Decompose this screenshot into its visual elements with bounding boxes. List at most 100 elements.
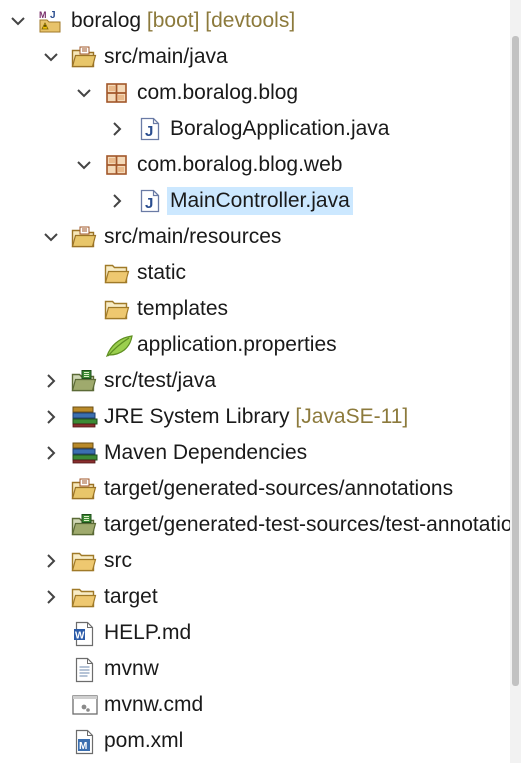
tree-item-name: com.boralog.blog.web [137, 153, 343, 176]
tree-item-name: MainController.java [170, 189, 350, 212]
maven-pom-icon: M [71, 729, 97, 755]
tree-item-target-gen-annotations[interactable]: target/generated-sources/annotations [0, 471, 510, 507]
tree-item-label: MainController.java [167, 187, 353, 215]
tree-item-label: target/generated-test-sources/test-annot… [101, 511, 521, 539]
tree-item-label: mvnw [101, 655, 162, 683]
package-icon [104, 153, 130, 177]
svg-text:W: W [75, 631, 85, 642]
chevron-right-icon[interactable] [41, 551, 61, 571]
tree-item-label: com.boralog.blog.web [134, 151, 345, 179]
tree-item-name: target/generated-test-sources/test-annot… [104, 513, 521, 536]
tree-item-label: JRE System Library [JavaSE-11] [101, 403, 411, 431]
folder-icon [104, 261, 130, 285]
tree-item-name: boralog [71, 9, 142, 32]
tree-item-decoration: [JavaSE-11] [289, 405, 409, 428]
tree-item-label: src/test/java [101, 367, 219, 395]
tree-view[interactable]: M J boralog [boot] [devtools] src/main/j… [0, 3, 521, 759]
chevron-down-icon[interactable] [74, 83, 94, 103]
tree-item-label: pom.xml [101, 727, 186, 755]
scrollbar-thumb[interactable] [512, 36, 519, 686]
tree-item-label: boralog [boot] [devtools] [68, 7, 298, 35]
tree-item-label: HELP.md [101, 619, 194, 647]
tree-item-name: Maven Dependencies [104, 441, 308, 464]
tree-item-label: src/main/java [101, 43, 231, 71]
tree-item-label: src/main/resources [101, 223, 284, 251]
tree-item-name: mvnw [104, 657, 159, 680]
svg-text:M: M [39, 10, 47, 20]
folder-icon [104, 297, 130, 321]
test-source-folder-icon [71, 513, 97, 537]
test-source-folder-icon [71, 369, 97, 393]
tree-item-name: HELP.md [104, 621, 192, 644]
maven-java-project-icon: M J [38, 9, 64, 33]
tree-item-name: src/main/java [104, 45, 228, 68]
tree-item-label: BoralogApplication.java [167, 115, 392, 143]
tree-item-name: JRE System Library [104, 405, 290, 428]
java-file-icon: J [137, 117, 163, 141]
folder-icon [71, 585, 97, 609]
svg-text:J: J [50, 10, 56, 21]
chevron-down-icon[interactable] [74, 155, 94, 175]
tree-item-name: pom.xml [104, 729, 184, 752]
tree-item-label: com.boralog.blog [134, 79, 301, 107]
project-explorer-tree: M J boralog [boot] [devtools] src/main/j… [0, 0, 521, 763]
tree-item-static[interactable]: static [0, 255, 510, 291]
tree-item-name: src [104, 549, 132, 572]
chevron-right-icon[interactable] [41, 587, 61, 607]
tree-item-name: application.properties [137, 333, 337, 356]
tree-item-boralog-application[interactable]: J BoralogApplication.java [0, 111, 510, 147]
chevron-right-icon[interactable] [41, 443, 61, 463]
java-file-icon: J [137, 189, 163, 213]
tree-item-label: application.properties [134, 331, 340, 359]
tree-item-name: static [137, 261, 187, 284]
tree-item-name: BoralogApplication.java [170, 117, 390, 140]
text-file-icon [71, 657, 97, 683]
svg-text:J: J [145, 123, 153, 140]
tree-item-src-main-java[interactable]: src/main/java [0, 39, 510, 75]
source-folder-icon [71, 477, 97, 501]
tree-item-main-controller[interactable]: J MainController.java [0, 183, 510, 219]
tree-item-src-main-resources[interactable]: src/main/resources [0, 219, 510, 255]
tree-item-pkg-blog-web[interactable]: com.boralog.blog.web [0, 147, 510, 183]
library-icon [71, 441, 98, 465]
svg-text:J: J [145, 195, 153, 212]
chevron-right-icon[interactable] [41, 371, 61, 391]
vertical-scrollbar[interactable] [510, 0, 521, 763]
tree-item-name: templates [137, 297, 229, 320]
tree-item-templates[interactable]: templates [0, 291, 510, 327]
tree-item-help-md[interactable]: W HELP.md [0, 615, 510, 651]
tree-item-mvnw-cmd[interactable]: mvnw.cmd [0, 687, 510, 723]
package-icon [104, 81, 130, 105]
chevron-down-icon[interactable] [41, 227, 61, 247]
tree-item-boralog[interactable]: M J boralog [boot] [devtools] [0, 3, 510, 39]
tree-item-pkg-blog[interactable]: com.boralog.blog [0, 75, 510, 111]
tree-item-jre-library[interactable]: JRE System Library [JavaSE-11] [0, 399, 510, 435]
tree-item-name: target [104, 585, 158, 608]
tree-item-label: Maven Dependencies [101, 439, 310, 467]
tree-item-mvnw[interactable]: mvnw [0, 651, 510, 687]
tree-item-decoration: [boot] [devtools] [141, 9, 296, 32]
source-folder-icon [71, 45, 97, 69]
tree-item-name: src/main/resources [104, 225, 282, 248]
next-row-partial [0, 757, 510, 763]
svg-text:M: M [79, 741, 87, 752]
chevron-right-icon[interactable] [107, 119, 127, 139]
tree-item-target[interactable]: target [0, 579, 510, 615]
library-icon [71, 405, 98, 429]
word-document-icon: W [71, 621, 97, 647]
tree-item-name: mvnw.cmd [104, 693, 204, 716]
tree-item-maven-deps[interactable]: Maven Dependencies [0, 435, 510, 471]
tree-item-pom-xml[interactable]: M pom.xml [0, 723, 510, 759]
chevron-right-icon[interactable] [107, 191, 127, 211]
tree-item-target-gen-test[interactable]: target/generated-test-sources/test-annot… [0, 507, 521, 543]
tree-item-application-properties[interactable]: application.properties [0, 327, 510, 363]
tree-item-label: target [101, 583, 161, 611]
chevron-down-icon[interactable] [8, 11, 28, 31]
chevron-down-icon[interactable] [41, 47, 61, 67]
tree-item-name: src/test/java [104, 369, 217, 392]
chevron-right-icon[interactable] [41, 407, 61, 427]
tree-item-src[interactable]: src [0, 543, 510, 579]
cmd-file-icon [71, 693, 98, 717]
tree-item-src-test-java[interactable]: src/test/java [0, 363, 510, 399]
properties-leaf-icon [104, 333, 133, 358]
